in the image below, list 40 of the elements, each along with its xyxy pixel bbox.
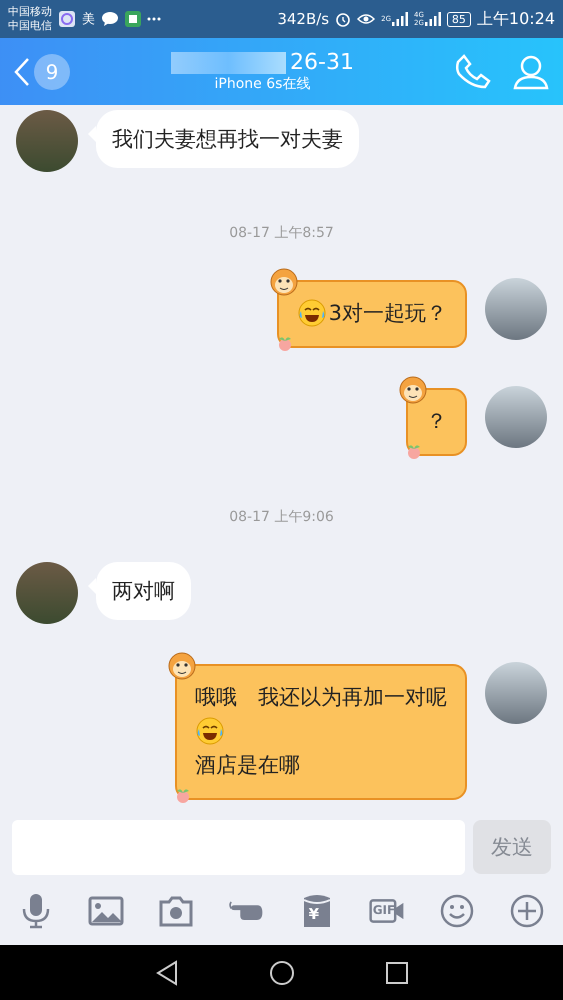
- back-icon[interactable]: [154, 960, 178, 986]
- envelope-icon[interactable]: [302, 894, 331, 928]
- more-dots-icon: [147, 17, 161, 21]
- recent-apps-icon[interactable]: [384, 960, 408, 984]
- message-time: 08-17 上午9:06: [229, 508, 334, 526]
- eye-icon: [357, 13, 376, 25]
- image-icon[interactable]: [88, 896, 124, 926]
- message-time: 08-17 上午8:57: [229, 224, 334, 242]
- message-text: 两对啊: [112, 578, 175, 605]
- message-text: 3对一起玩？: [328, 300, 447, 327]
- online-status: iPhone 6s在线: [214, 75, 310, 93]
- microphone-icon[interactable]: [21, 893, 51, 929]
- message-text: 我们夫妻想再找一对夫妻: [112, 126, 343, 153]
- battery-level: 85: [446, 12, 471, 26]
- chat-title: 26-31: [290, 50, 354, 75]
- alarm-icon: [335, 11, 352, 27]
- home-icon[interactable]: [268, 960, 294, 986]
- unread-count-badge: 9: [34, 54, 70, 90]
- smiley-icon[interactable]: [440, 894, 474, 928]
- signal-icon: [424, 12, 441, 26]
- carrier-name: 中国移动: [8, 5, 52, 19]
- notification-text: 美: [82, 11, 95, 28]
- clock-time: 上午10:24: [476, 8, 555, 30]
- phone-icon[interactable]: [455, 52, 493, 90]
- app-icon: [125, 11, 141, 27]
- laughing-emoji-icon: [296, 298, 327, 328]
- plus-icon[interactable]: [510, 894, 544, 928]
- chat-app-icon: [58, 10, 76, 28]
- laughing-emoji-icon: [195, 716, 225, 746]
- message-icon: [101, 11, 119, 27]
- message-text: 哦哦 我还以为再加一对呢: [195, 684, 447, 711]
- person-icon[interactable]: [513, 54, 549, 90]
- icon-label: GIF: [372, 903, 396, 917]
- carrier-name: 中国电信: [8, 19, 52, 33]
- icon-label: ¥: [308, 905, 319, 923]
- network-speed: 342B/s: [277, 10, 330, 28]
- message-text: 酒店是在哪: [195, 752, 300, 779]
- message-text: ？: [426, 408, 447, 435]
- signal-icon: [392, 12, 408, 26]
- camera-icon[interactable]: [158, 895, 194, 927]
